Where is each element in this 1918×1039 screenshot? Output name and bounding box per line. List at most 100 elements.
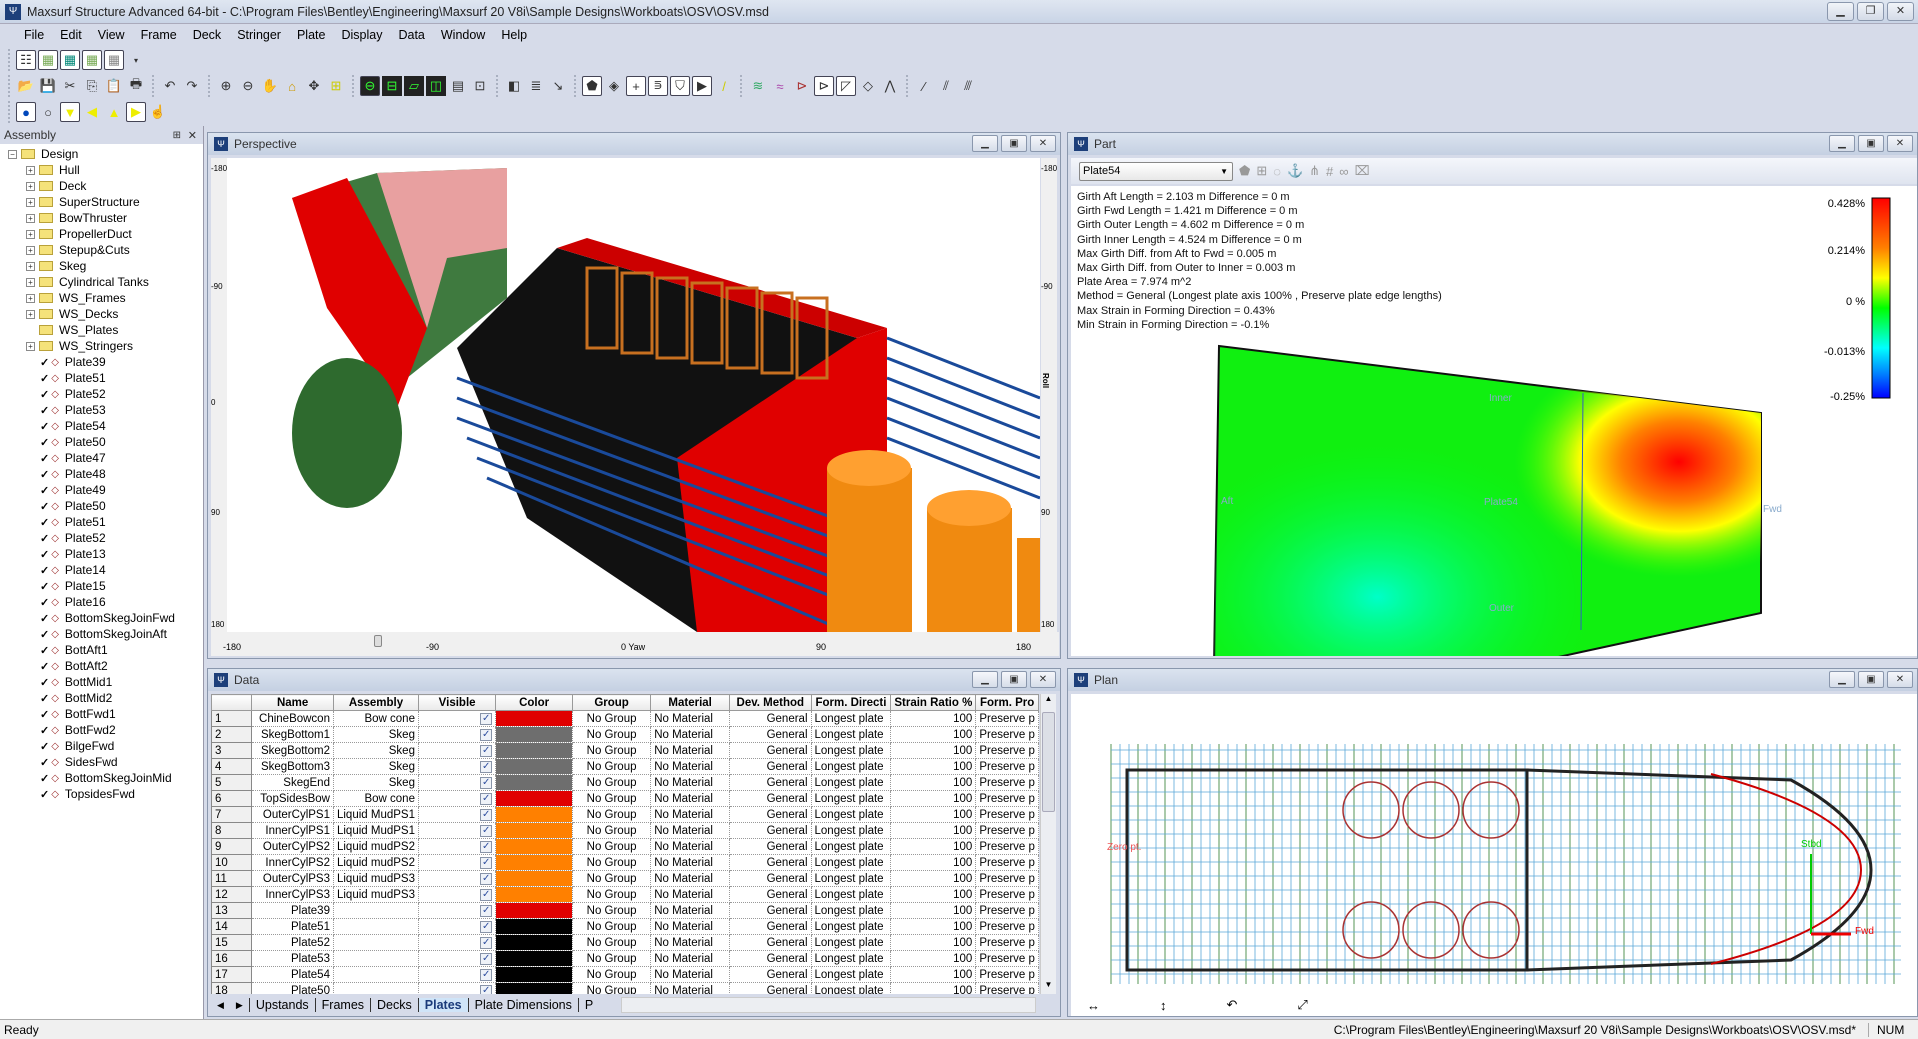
- row-number[interactable]: 14: [211, 918, 253, 935]
- check-icon[interactable]: ✓: [40, 740, 49, 753]
- cell-group[interactable]: No Group: [572, 934, 652, 951]
- cell-form-direction[interactable]: Longest plate: [811, 854, 892, 871]
- cell-name[interactable]: SkegBottom2: [251, 742, 334, 759]
- cell-dev-method[interactable]: General: [729, 950, 812, 967]
- visible-checkbox[interactable]: ✓: [480, 985, 493, 994]
- row-number[interactable]: 1: [211, 710, 253, 727]
- tree-node-plate[interactable]: ✓ ◇ Plate51: [0, 514, 203, 530]
- cell-color[interactable]: [495, 886, 573, 903]
- visible-checkbox[interactable]: ✓: [480, 937, 493, 949]
- layout-icon[interactable]: ⊡: [470, 76, 490, 96]
- cell-assembly[interactable]: [333, 966, 419, 983]
- cell-visible[interactable]: ✓: [418, 966, 497, 983]
- cell-dev-method[interactable]: General: [729, 710, 812, 727]
- tab-upstands[interactable]: Upstands: [248, 998, 315, 1012]
- cell-strain-ratio[interactable]: 100: [890, 902, 977, 919]
- cell-strain-ratio[interactable]: 100: [890, 742, 977, 759]
- cell-color[interactable]: [495, 742, 573, 759]
- close-button[interactable]: ✕: [1887, 2, 1914, 21]
- close-button[interactable]: ✕: [1887, 135, 1913, 152]
- visible-checkbox[interactable]: ✓: [480, 825, 493, 837]
- check-icon[interactable]: ✓: [40, 532, 49, 545]
- tree-node-plate[interactable]: ✓ ◇ BottAft2: [0, 658, 203, 674]
- tree-node-folder[interactable]: + Hull: [0, 162, 203, 178]
- cell-color[interactable]: [495, 710, 573, 727]
- cell-group[interactable]: No Group: [572, 710, 652, 727]
- perspective-canvas[interactable]: [227, 158, 1040, 632]
- row-number[interactable]: 7: [211, 806, 253, 823]
- tree-node-folder[interactable]: + Deck: [0, 178, 203, 194]
- cell-name[interactable]: Plate50: [251, 982, 334, 994]
- tree-node-plate[interactable]: ✓ ◇ Plate50: [0, 434, 203, 450]
- row-number[interactable]: 6: [211, 790, 253, 807]
- cell-material[interactable]: No Material: [650, 854, 731, 871]
- cell-visible[interactable]: ✓: [418, 950, 497, 967]
- table-row[interactable]: 10 InnerCylPS2 Liquid mudPS2 ✓ No Group …: [211, 854, 1039, 871]
- check-icon[interactable]: ✓: [40, 452, 49, 465]
- tree-node-plate[interactable]: ✓ ◇ BottomSkegJoinMid: [0, 770, 203, 786]
- cell-visible[interactable]: ✓: [418, 806, 497, 823]
- table-row[interactable]: 11 OuterCylPS3 Liquid mudPS3 ✓ No Group …: [211, 870, 1039, 887]
- redo-icon[interactable]: ↷: [182, 76, 202, 96]
- cell-group[interactable]: No Group: [572, 774, 652, 791]
- cell-color[interactable]: [495, 918, 573, 935]
- cell-form-direction[interactable]: Longest plate: [811, 742, 892, 759]
- check-icon[interactable]: ✓: [40, 420, 49, 433]
- minimize-button[interactable]: ▁: [1827, 2, 1854, 21]
- save-icon[interactable]: 💾: [38, 76, 58, 96]
- visible-checkbox[interactable]: ✓: [480, 777, 493, 789]
- tree-node-plate[interactable]: ✓ ◇ BottMid2: [0, 690, 203, 706]
- check-icon[interactable]: ✓: [40, 644, 49, 657]
- cell-strain-ratio[interactable]: 100: [890, 790, 977, 807]
- roll-ruler[interactable]: -180 -90 Roll 90 180: [1041, 158, 1057, 632]
- light-top-icon[interactable]: ▼: [60, 102, 80, 122]
- cell-material[interactable]: No Material: [650, 726, 731, 743]
- cell-name[interactable]: OuterCylPS3: [251, 870, 334, 887]
- cell-strain-ratio[interactable]: 100: [890, 854, 977, 871]
- cell-form-direction[interactable]: Longest plate: [811, 982, 892, 994]
- cell-color[interactable]: [495, 806, 573, 823]
- cell-form-process[interactable]: Preserve p: [975, 870, 1039, 887]
- mesh-icon[interactable]: ◌: [1273, 164, 1281, 179]
- link-icon[interactable]: ∞: [1339, 164, 1348, 179]
- tree-node-plate[interactable]: ✓ ◇ BottomSkegJoinFwd: [0, 610, 203, 626]
- row-number[interactable]: 3: [211, 742, 253, 759]
- cell-dev-method[interactable]: General: [729, 886, 812, 903]
- cell-form-direction[interactable]: Longest plate: [811, 758, 892, 775]
- cell-dev-method[interactable]: General: [729, 902, 812, 919]
- check-icon[interactable]: ✓: [40, 404, 49, 417]
- plate-display-icon[interactable]: ◫: [426, 76, 446, 96]
- cell-material[interactable]: No Material: [650, 886, 731, 903]
- dropdown-arrow-icon[interactable]: ▾: [126, 50, 146, 70]
- table-row[interactable]: 16 Plate53 ✓ No Group No Material Genera…: [211, 950, 1039, 967]
- cell-name[interactable]: InnerCylPS2: [251, 854, 334, 871]
- cell-dev-method[interactable]: General: [729, 806, 812, 823]
- table-row[interactable]: 17 Plate54 ✓ No Group No Material Genera…: [211, 966, 1039, 983]
- view-frame-icon[interactable]: ☷: [16, 50, 36, 70]
- table-row[interactable]: 14 Plate51 ✓ No Group No Material Genera…: [211, 918, 1039, 935]
- restore-button[interactable]: ▣: [1858, 671, 1884, 688]
- cell-assembly[interactable]: Liquid MudPS1: [333, 806, 419, 823]
- tool-a-icon[interactable]: ⁄: [914, 76, 934, 96]
- grid-icon[interactable]: ⊞: [1256, 163, 1267, 179]
- cell-dev-method[interactable]: General: [729, 726, 812, 743]
- scrollbar-thumb[interactable]: [1042, 712, 1055, 812]
- visible-checkbox[interactable]: ✓: [480, 841, 493, 853]
- pitch-ruler[interactable]: -180 -90 0 90 180: [211, 158, 227, 632]
- cell-dev-method[interactable]: General: [729, 822, 812, 839]
- menu-display[interactable]: Display: [333, 28, 390, 42]
- check-icon[interactable]: ✓: [40, 516, 49, 529]
- add-icon[interactable]: +: [626, 76, 646, 96]
- check-icon[interactable]: ✓: [40, 708, 49, 721]
- cell-form-direction[interactable]: Longest plate: [811, 886, 892, 903]
- tree-node-plate[interactable]: ✓ ◇ BottomSkegJoinAft: [0, 626, 203, 642]
- cell-name[interactable]: SkegEnd: [251, 774, 334, 791]
- yaw-slider-handle[interactable]: [374, 635, 382, 647]
- tree-node-plate[interactable]: ✓ ◇ Plate49: [0, 482, 203, 498]
- cell-dev-method[interactable]: General: [729, 838, 812, 855]
- tree-node-plate[interactable]: ✓ ◇ Plate50: [0, 498, 203, 514]
- cell-name[interactable]: TopSidesBow: [251, 790, 334, 807]
- vertical-scrollbar[interactable]: ▲ ▼: [1040, 694, 1056, 994]
- close-button[interactable]: ✕: [1887, 671, 1913, 688]
- menu-data[interactable]: Data: [390, 28, 432, 42]
